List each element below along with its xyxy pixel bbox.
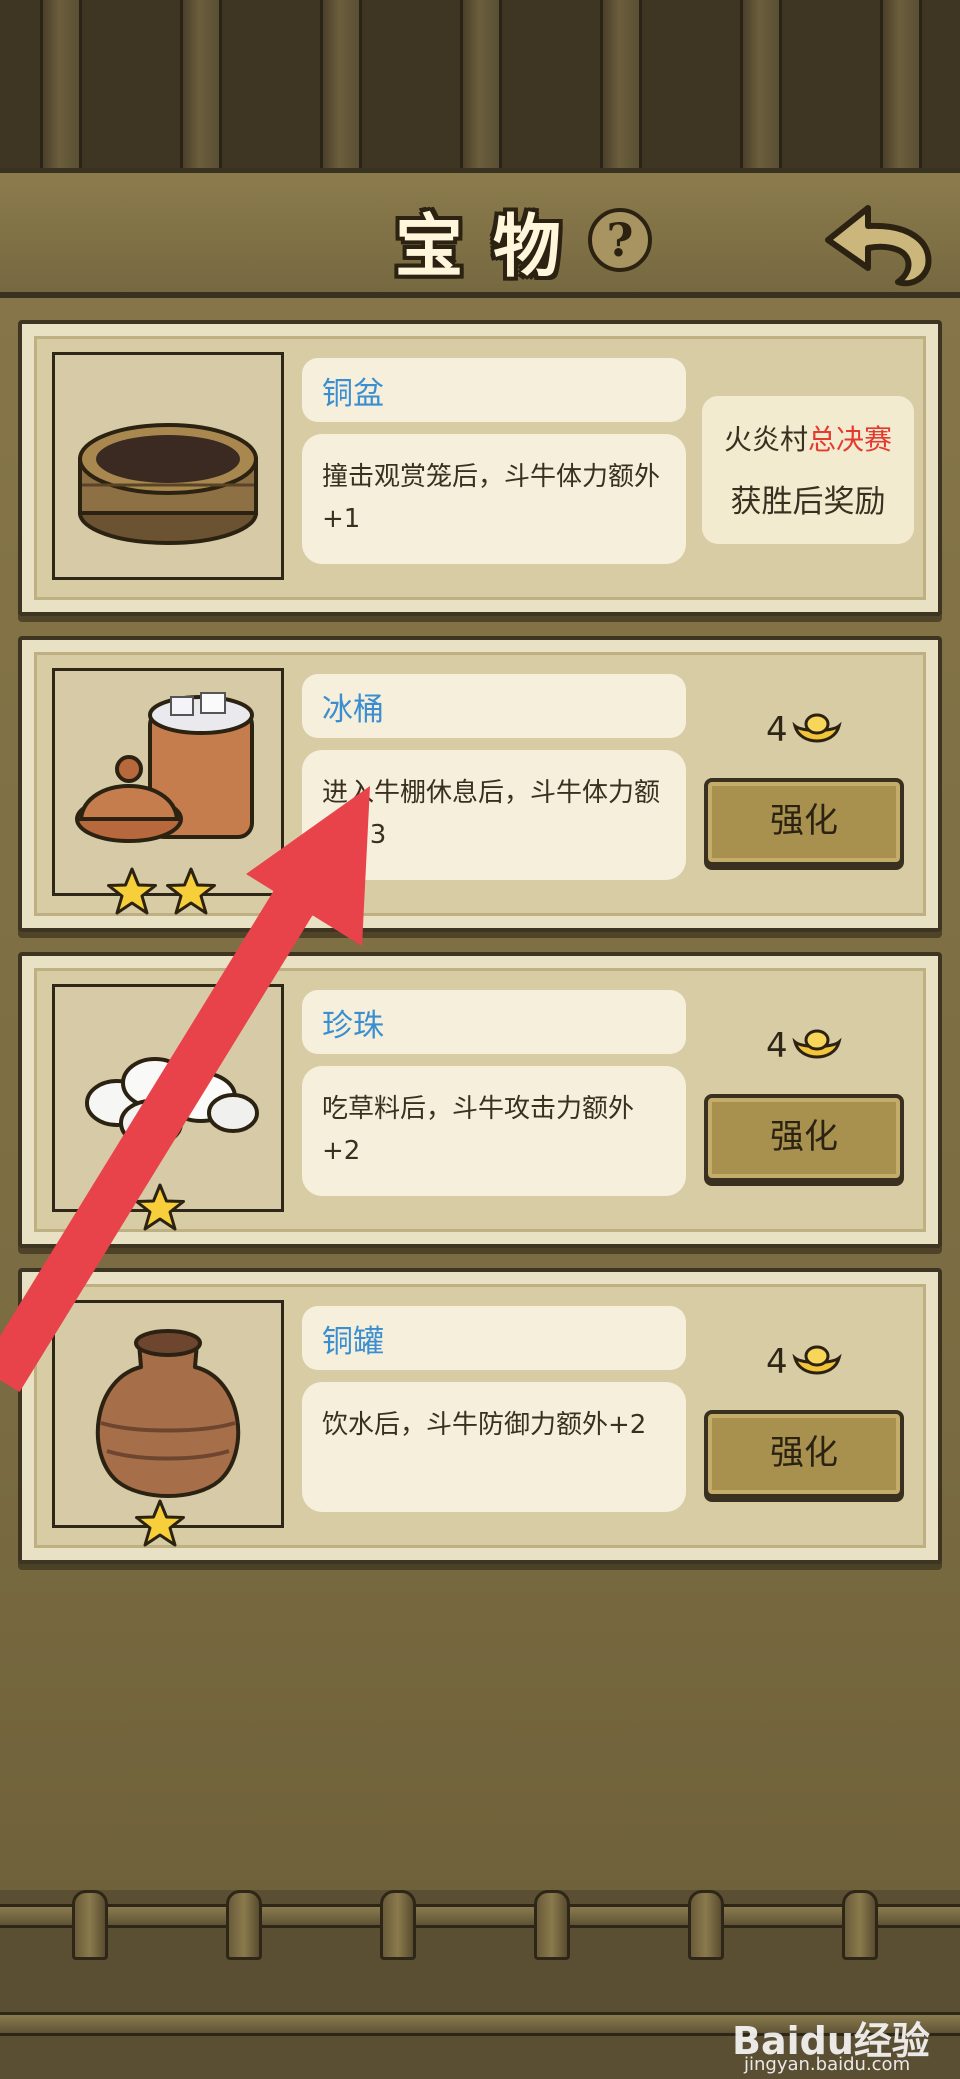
gold-ingot-icon [792, 1345, 842, 1375]
treasure-name: 铜罐 [322, 1324, 384, 1360]
reward-final: 总决赛 [808, 423, 893, 456]
header-bar: 宝物 ? [0, 168, 960, 298]
gold-ingot-icon [792, 1029, 842, 1059]
star-icon [107, 867, 157, 915]
help-icon[interactable]: ? [588, 208, 652, 272]
star-rating [134, 1498, 188, 1552]
upgrade-button[interactable]: 强化 [704, 778, 904, 866]
treasure-description: 吃草料后，斗牛攻击力额外+2 [322, 1094, 635, 1166]
watermark: Baidu经验 jingyan.baidu.com [732, 2010, 952, 2075]
star-rating [134, 1182, 188, 1236]
copper-basin-icon [52, 352, 284, 580]
ice-bucket-icon [52, 668, 284, 896]
treasure-card: 铜罐 饮水后，斗牛防御力额外+2 4 强化 [18, 1268, 942, 1564]
reward-condition: 获胜后奖励 [730, 484, 886, 520]
star-icon [135, 1183, 185, 1231]
reward-village: 火炎村 [723, 423, 808, 456]
upgrade-cost: 4 [766, 1026, 788, 1066]
upgrade-button[interactable]: 强化 [704, 1410, 904, 1498]
star-rating [106, 866, 219, 920]
reward-info: 火炎村总决赛 获胜后奖励 [702, 396, 914, 544]
treasure-card: 冰桶 进入牛棚休息后，斗牛体力额外+3 4 强化 [18, 636, 942, 932]
pearls-icon [52, 984, 284, 1212]
upgrade-cost: 4 [766, 710, 788, 750]
treasure-name: 珍珠 [322, 1008, 384, 1044]
treasure-card: 珍珠 吃草料后，斗牛攻击力额外+2 4 强化 [18, 952, 942, 1248]
treasure-name: 冰桶 [322, 692, 384, 728]
back-arrow-icon[interactable] [820, 198, 940, 288]
star-icon [166, 867, 217, 915]
gold-ingot-icon [792, 713, 842, 743]
upgrade-cost: 4 [766, 1342, 788, 1382]
upgrade-button[interactable]: 强化 [704, 1094, 904, 1182]
treasure-description: 进入牛棚休息后，斗牛体力额外+3 [322, 778, 661, 850]
page-title: 宝物 [395, 207, 592, 287]
top-fence-decoration [0, 0, 960, 172]
copper-jar-icon [52, 1300, 284, 1528]
treasure-description: 撞击观赏笼后，斗牛体力额外+1 [322, 462, 661, 534]
treasure-card: 铜盆 撞击观赏笼后，斗牛体力额外+1 火炎村总决赛 获胜后奖励 [18, 320, 942, 616]
watermark-site: jingyan.baidu.com [744, 2054, 911, 2075]
star-icon [135, 1499, 185, 1547]
treasure-description: 饮水后，斗牛防御力额外+2 [322, 1410, 647, 1440]
treasure-name: 铜盆 [322, 376, 384, 412]
